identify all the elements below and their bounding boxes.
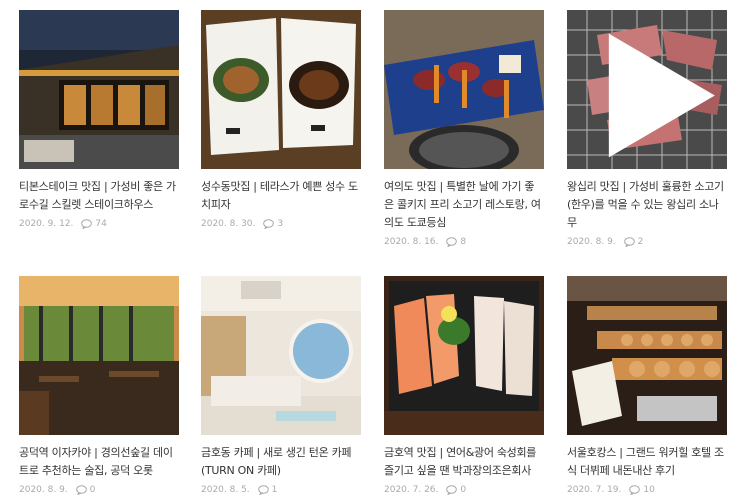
comment-count-link[interactable]: 0 <box>75 485 96 495</box>
comment-bubble-icon <box>623 237 635 247</box>
comment-bubble-icon <box>257 485 269 495</box>
post-date: 2020. 7. 19. <box>567 485 622 495</box>
thumbnail-image <box>384 276 544 435</box>
comment-count-link[interactable]: 2 <box>623 237 644 247</box>
thumbnail-image <box>201 10 361 169</box>
comment-count-link[interactable]: 0 <box>446 485 466 495</box>
comment-count: 74 <box>95 219 107 229</box>
post-card: 금호동 카페 | 새로 생긴 턴온 카페(TURN ON 카페) 2020. 8… <box>201 276 361 495</box>
post-meta: 2020. 8. 16. 8 <box>384 237 544 247</box>
post-thumbnail[interactable] <box>19 276 179 435</box>
post-date: 2020. 8. 30. <box>201 219 256 229</box>
thumbnail-image <box>384 10 544 169</box>
post-card: 공덕역 이자카야 | 경의선숲길 데이트로 추천하는 술집, 공덕 오롯 202… <box>19 276 179 495</box>
post-title[interactable]: 티본스테이크 맛집 | 가성비 좋은 가로수길 스킬렛 스테이크하우스 <box>19 178 179 214</box>
thumbnail-image <box>19 276 179 435</box>
post-thumbnail[interactable] <box>201 276 361 435</box>
comment-count-link[interactable]: 10 <box>629 485 655 495</box>
comment-bubble-icon <box>75 485 87 495</box>
post-card: 금호역 맛집 | 연어&광어 숙성회를 즐기고 싶을 땐 박과장의조은회사 20… <box>384 276 544 495</box>
comment-bubble-icon <box>629 485 641 495</box>
post-title[interactable]: 금호역 맛집 | 연어&광어 숙성회를 즐기고 싶을 땐 박과장의조은회사 <box>384 444 544 480</box>
comment-count-link[interactable]: 1 <box>257 485 278 495</box>
post-thumbnail[interactable] <box>567 10 727 169</box>
post-title[interactable]: 공덕역 이자카야 | 경의선숲길 데이트로 추천하는 술집, 공덕 오롯 <box>19 444 179 480</box>
post-meta: 2020. 8. 9. 0 <box>19 485 179 495</box>
post-title[interactable]: 성수동맛집 | 테라스가 예쁜 성수 도치피자 <box>201 178 361 214</box>
comment-count: 0 <box>460 485 467 495</box>
post-card: 티본스테이크 맛집 | 가성비 좋은 가로수길 스킬렛 스테이크하우스 2020… <box>19 10 179 229</box>
comment-count: 3 <box>277 219 284 229</box>
post-thumbnail[interactable] <box>384 10 544 169</box>
comment-count: 2 <box>637 237 644 247</box>
comment-bubble-icon <box>446 237 458 247</box>
post-date: 2020. 8. 5. <box>201 485 250 495</box>
thumbnail-image <box>19 10 179 169</box>
post-title[interactable]: 여의도 맛집 | 특별한 날에 가기 좋은 콜키지 프리 소고기 레스토랑, 여… <box>384 178 544 232</box>
play-icon[interactable] <box>573 16 727 169</box>
post-date: 2020. 8. 9. <box>567 237 616 247</box>
post-meta: 2020. 9. 12. 74 <box>19 219 179 229</box>
comment-bubble-icon <box>81 219 93 229</box>
thumbnail-image <box>567 276 727 435</box>
post-card: 서울호캉스 | 그랜드 워커힐 호텔 조식 더뷔페 내돈내산 후기 2020. … <box>567 276 727 495</box>
post-date: 2020. 7. 26. <box>384 485 439 495</box>
post-meta: 2020. 7. 26. 0 <box>384 485 544 495</box>
comment-bubble-icon <box>446 485 458 495</box>
post-thumbnail[interactable] <box>384 276 544 435</box>
post-card: 성수동맛집 | 테라스가 예쁜 성수 도치피자 2020. 8. 30. 3 <box>201 10 361 229</box>
post-meta: 2020. 8. 5. 1 <box>201 485 361 495</box>
comment-count: 8 <box>460 237 467 247</box>
comment-count: 0 <box>89 485 96 495</box>
post-date: 2020. 8. 9. <box>19 485 68 495</box>
comment-count: 1 <box>271 485 278 495</box>
post-date: 2020. 8. 16. <box>384 237 439 247</box>
post-thumbnail[interactable] <box>201 10 361 169</box>
comment-count: 10 <box>643 485 655 495</box>
post-date: 2020. 9. 12. <box>19 219 74 229</box>
comment-count-link[interactable]: 74 <box>81 219 107 229</box>
post-meta: 2020. 7. 19. 10 <box>567 485 727 495</box>
thumbnail-image <box>201 276 361 435</box>
post-card: 여의도 맛집 | 특별한 날에 가기 좋은 콜키지 프리 소고기 레스토랑, 여… <box>384 10 544 247</box>
post-grid: 티본스테이크 맛집 | 가성비 좋은 가로수길 스킬렛 스테이크하우스 2020… <box>0 0 743 504</box>
post-thumbnail[interactable] <box>19 10 179 169</box>
post-meta: 2020. 8. 9. 2 <box>567 237 727 247</box>
post-title[interactable]: 금호동 카페 | 새로 생긴 턴온 카페(TURN ON 카페) <box>201 444 361 480</box>
post-card: 왕십리 맛집 | 가성비 훌륭한 소고기(한우)를 먹을 수 있는 왕십리 소나… <box>567 10 727 247</box>
comment-bubble-icon <box>263 219 275 229</box>
post-title[interactable]: 왕십리 맛집 | 가성비 훌륭한 소고기(한우)를 먹을 수 있는 왕십리 소나… <box>567 178 727 232</box>
comment-count-link[interactable]: 3 <box>263 219 283 229</box>
comment-count-link[interactable]: 8 <box>446 237 466 247</box>
post-title[interactable]: 서울호캉스 | 그랜드 워커힐 호텔 조식 더뷔페 내돈내산 후기 <box>567 444 727 480</box>
post-meta: 2020. 8. 30. 3 <box>201 219 361 229</box>
post-thumbnail[interactable] <box>567 276 727 435</box>
